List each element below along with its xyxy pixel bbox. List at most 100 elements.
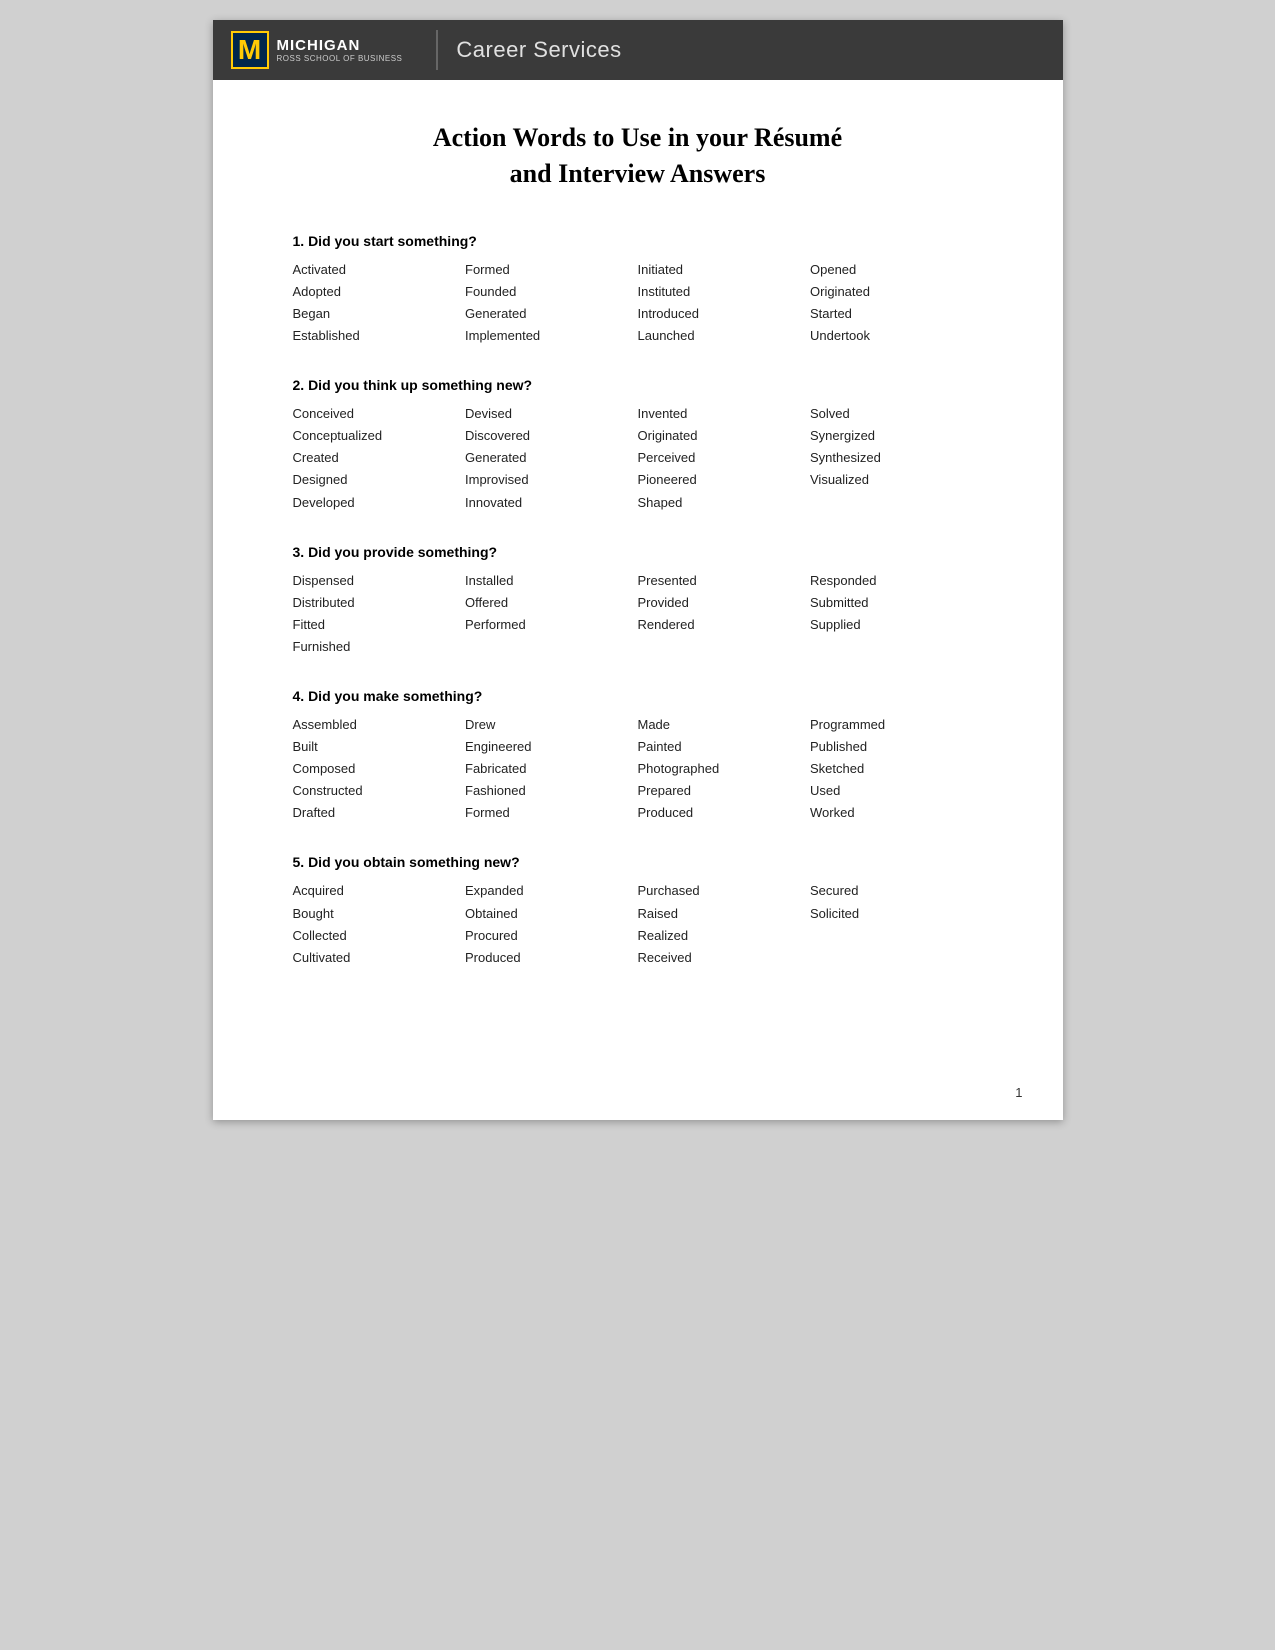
- section5-grid: AcquiredBoughtCollectedCultivatedExpande…: [293, 880, 983, 968]
- section2-col-1: DevisedDiscoveredGeneratedImprovisedInno…: [465, 403, 638, 513]
- logo-m-icon: M: [231, 31, 269, 69]
- word-item: Established: [293, 325, 466, 347]
- section1-col-1: FormedFoundedGeneratedImplemented: [465, 259, 638, 347]
- page: M MICHIGAN ROSS SCHOOL OF BUSINESS Caree…: [213, 20, 1063, 1120]
- word-item: Drafted: [293, 802, 466, 824]
- word-item: Produced: [638, 802, 811, 824]
- word-item: Engineered: [465, 736, 638, 758]
- section3-col-3: RespondedSubmittedSupplied: [810, 570, 983, 658]
- section1-col-3: OpenedOriginatedStartedUndertook: [810, 259, 983, 347]
- section1-col-0: ActivatedAdoptedBeganEstablished: [293, 259, 466, 347]
- career-services-label: Career Services: [456, 37, 621, 63]
- section5-col-0: AcquiredBoughtCollectedCultivated: [293, 880, 466, 968]
- word-item: Pioneered: [638, 469, 811, 491]
- word-item: Originated: [638, 425, 811, 447]
- word-item: Conceived: [293, 403, 466, 425]
- section1: 1. Did you start something?ActivatedAdop…: [293, 233, 983, 347]
- logo-text: MICHIGAN ROSS SCHOOL OF BUSINESS: [277, 37, 403, 63]
- word-item: Expanded: [465, 880, 638, 902]
- word-item: Developed: [293, 492, 466, 514]
- word-item: Generated: [465, 447, 638, 469]
- word-item: Visualized: [810, 469, 983, 491]
- section5-col-1: ExpandedObtainedProcuredProduced: [465, 880, 638, 968]
- word-item: Undertook: [810, 325, 983, 347]
- word-item: Perceived: [638, 447, 811, 469]
- word-item: Assembled: [293, 714, 466, 736]
- section4-col-0: AssembledBuiltComposedConstructedDrafted: [293, 714, 466, 824]
- word-item: Initiated: [638, 259, 811, 281]
- word-item: Painted: [638, 736, 811, 758]
- section2-grid: ConceivedConceptualizedCreatedDesignedDe…: [293, 403, 983, 513]
- sections-container: 1. Did you start something?ActivatedAdop…: [293, 233, 983, 969]
- word-item: Presented: [638, 570, 811, 592]
- word-item: Drew: [465, 714, 638, 736]
- title-line1: Action Words to Use in your Résumé: [433, 123, 842, 152]
- word-item: Procured: [465, 925, 638, 947]
- section3-col-1: InstalledOfferedPerformed: [465, 570, 638, 658]
- section3: 3. Did you provide something? DispensedDi…: [293, 544, 983, 658]
- word-item: Composed: [293, 758, 466, 780]
- word-item: Raised: [638, 903, 811, 925]
- section5-col-3: SecuredSolicited: [810, 880, 983, 968]
- word-item: Worked: [810, 802, 983, 824]
- section5-heading: 5. Did you obtain something new?: [293, 854, 983, 870]
- section3-heading: 3. Did you provide something?: [293, 544, 983, 560]
- word-item: Founded: [465, 281, 638, 303]
- word-item: Fabricated: [465, 758, 638, 780]
- ross-label: ROSS SCHOOL OF BUSINESS: [277, 54, 403, 63]
- word-item: Designed: [293, 469, 466, 491]
- word-item: Solicited: [810, 903, 983, 925]
- word-item: Created: [293, 447, 466, 469]
- word-item: Prepared: [638, 780, 811, 802]
- word-item: Cultivated: [293, 947, 466, 969]
- header: M MICHIGAN ROSS SCHOOL OF BUSINESS Caree…: [213, 20, 1063, 80]
- section5-col-2: PurchasedRaisedRealizedReceived: [638, 880, 811, 968]
- word-item: Instituted: [638, 281, 811, 303]
- word-item: Launched: [638, 325, 811, 347]
- word-item: Used: [810, 780, 983, 802]
- word-item: Fashioned: [465, 780, 638, 802]
- word-item: Implemented: [465, 325, 638, 347]
- section1-grid: ActivatedAdoptedBeganEstablishedFormedFo…: [293, 259, 983, 347]
- word-item: Obtained: [465, 903, 638, 925]
- word-item: Adopted: [293, 281, 466, 303]
- word-item: Built: [293, 736, 466, 758]
- word-item: Invented: [638, 403, 811, 425]
- word-item: Made: [638, 714, 811, 736]
- word-item: Activated: [293, 259, 466, 281]
- word-item: Produced: [465, 947, 638, 969]
- word-item: Introduced: [638, 303, 811, 325]
- section4-col-3: ProgrammedPublishedSketchedUsedWorked: [810, 714, 983, 824]
- word-item: Bought: [293, 903, 466, 925]
- section2-col-0: ConceivedConceptualizedCreatedDesignedDe…: [293, 403, 466, 513]
- word-item: Dispensed: [293, 570, 466, 592]
- word-item: Shaped: [638, 492, 811, 514]
- word-item: Rendered: [638, 614, 811, 636]
- section3-grid: DispensedDistributedFittedFurnishedInsta…: [293, 570, 983, 658]
- word-item: Formed: [465, 259, 638, 281]
- section3-col-2: PresentedProvidedRendered: [638, 570, 811, 658]
- word-item: Received: [638, 947, 811, 969]
- word-item: Innovated: [465, 492, 638, 514]
- word-item: Fitted: [293, 614, 466, 636]
- word-item: Improvised: [465, 469, 638, 491]
- section2-col-3: SolvedSynergizedSynthesizedVisualized: [810, 403, 983, 513]
- word-item: Began: [293, 303, 466, 325]
- section4-col-2: MadePaintedPhotographedPreparedProduced: [638, 714, 811, 824]
- word-item: Provided: [638, 592, 811, 614]
- word-item: Responded: [810, 570, 983, 592]
- page-number: 1: [1015, 1085, 1022, 1100]
- word-item: Published: [810, 736, 983, 758]
- section2: 2. Did you think up something new? Concei…: [293, 377, 983, 513]
- word-item: Constructed: [293, 780, 466, 802]
- section2-col-2: InventedOriginatedPerceivedPioneeredShap…: [638, 403, 811, 513]
- page-title: Action Words to Use in your Résumé and I…: [293, 120, 983, 193]
- section2-heading: 2. Did you think up something new?: [293, 377, 983, 393]
- word-item: Discovered: [465, 425, 638, 447]
- word-item: Collected: [293, 925, 466, 947]
- word-item: Photographed: [638, 758, 811, 780]
- word-item: Synthesized: [810, 447, 983, 469]
- word-item: Started: [810, 303, 983, 325]
- word-item: Conceptualized: [293, 425, 466, 447]
- word-item: Furnished: [293, 636, 466, 658]
